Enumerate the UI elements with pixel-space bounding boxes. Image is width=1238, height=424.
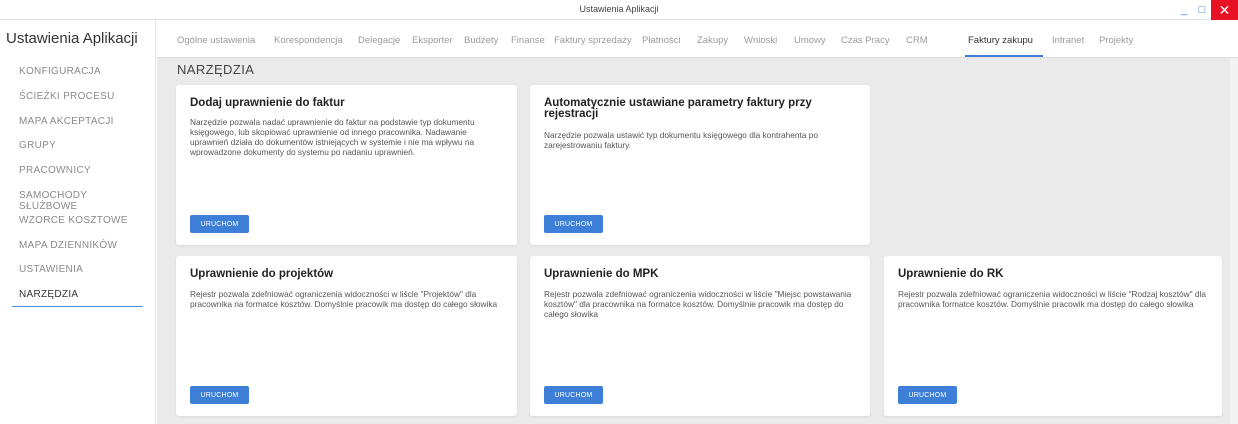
card-description: Rejestr pozwala zdefniować ograniczenia … bbox=[898, 289, 1206, 309]
tab-finanse[interactable]: Finanse bbox=[511, 35, 545, 46]
card-title: Uprawnienie do projektów bbox=[190, 268, 334, 280]
tab-czas-pracy[interactable]: Czas Pracy bbox=[841, 35, 890, 46]
active-tab-indicator bbox=[965, 55, 1043, 57]
sidebar-item-pracownicy[interactable]: PRACOWNICY bbox=[19, 165, 143, 190]
tool-card-uprawnienie-projektow: Uprawnienie do projektów Rejestr pozwala… bbox=[176, 256, 517, 416]
card-description: Narzędzie pozwala nadać uprawnienie do f… bbox=[190, 117, 475, 157]
tab-faktury-zakupu[interactable]: Faktury zakupu bbox=[968, 35, 1033, 46]
close-button[interactable]: ✕ bbox=[1211, 0, 1238, 20]
tab-intranet[interactable]: Intranet bbox=[1052, 35, 1084, 46]
sidebar-item-narzedzia[interactable]: NARZĘDZIA bbox=[19, 289, 143, 314]
run-button[interactable]: URUCHOM bbox=[190, 386, 249, 404]
sidebar-item-mapa-dziennikow[interactable]: MAPA DZIENNIKÓW bbox=[19, 240, 143, 265]
tool-card-uprawnienie-mpk: Uprawnienie do MPK Rejestr pozwala zdefn… bbox=[530, 256, 870, 416]
maximize-button[interactable]: □ bbox=[1193, 0, 1211, 20]
sidebar-item-ustawienia[interactable]: USTAWIENIA bbox=[19, 264, 143, 289]
tab-delegacje[interactable]: Delegacje bbox=[358, 35, 400, 46]
section-title: NARZĘDZIA bbox=[177, 62, 255, 77]
card-title: Uprawnienie do MPK bbox=[544, 268, 659, 280]
vertical-scrollbar[interactable] bbox=[1230, 58, 1238, 424]
tab-bar: Ogólne ustawienia Korespondencja Delegac… bbox=[157, 20, 1238, 58]
run-button[interactable]: URUCHOM bbox=[898, 386, 957, 404]
run-button[interactable]: URUCHOM bbox=[544, 386, 603, 404]
tab-wnioski[interactable]: Wnioski bbox=[744, 35, 777, 46]
main-content: Ogólne ustawienia Korespondencja Delegac… bbox=[157, 20, 1238, 424]
card-title: Dodaj uprawnienie do faktur bbox=[190, 97, 345, 109]
tab-eksporter[interactable]: Eksporter bbox=[412, 35, 453, 46]
tab-projekty[interactable]: Projekty bbox=[1099, 35, 1133, 46]
run-button[interactable]: URUCHOM bbox=[544, 215, 603, 233]
card-description: Rejestr pozwala zdefniować ograniczenia … bbox=[544, 289, 852, 319]
window-title: Ustawienia Aplikacji bbox=[579, 4, 659, 14]
card-title: Uprawnienie do RK bbox=[898, 268, 1004, 280]
window-controls: _ □ ✕ bbox=[1175, 0, 1238, 20]
tab-faktury-sprzedazy[interactable]: Faktury sprzedaży bbox=[554, 35, 632, 46]
app-title: Ustawienia Aplikacji bbox=[6, 30, 138, 47]
tab-zakupy[interactable]: Zakupy bbox=[697, 35, 728, 46]
sidebar: Ustawienia Aplikacji KONFIGURACJA ŚCIEŻK… bbox=[0, 20, 156, 424]
card-description: Narzędzie pozwala ustawić typ dokumentu … bbox=[544, 130, 818, 150]
run-button[interactable]: URUCHOM bbox=[190, 215, 249, 233]
tool-card-parametry-faktury: Automatycznie ustawiane parametry faktur… bbox=[530, 85, 870, 245]
tool-card-uprawnienie-faktur: Dodaj uprawnienie do faktur Narzędzie po… bbox=[176, 85, 517, 245]
tab-platnosci[interactable]: Płatności bbox=[642, 35, 681, 46]
sidebar-item-sciezki-procesu[interactable]: ŚCIEŻKI PROCESU bbox=[19, 91, 143, 116]
minimize-button[interactable]: _ bbox=[1175, 0, 1193, 20]
sidebar-item-samochody-sluzbowe[interactable]: SAMOCHODY SŁUŻBOWE bbox=[19, 190, 143, 215]
title-bar: Ustawienia Aplikacji _ □ ✕ bbox=[0, 0, 1238, 20]
tab-umowy[interactable]: Umowy bbox=[794, 35, 826, 46]
sidebar-item-mapa-akceptacji[interactable]: MAPA AKCEPTACJI bbox=[19, 116, 143, 141]
tool-card-uprawnienie-rk: Uprawnienie do RK Rejestr pozwala zdefni… bbox=[884, 256, 1222, 416]
tab-budzety[interactable]: Budżety bbox=[464, 35, 498, 46]
card-title: Automatycznie ustawiane parametry faktur… bbox=[544, 97, 812, 120]
sidebar-item-grupy[interactable]: GRUPY bbox=[19, 140, 143, 165]
sidebar-active-indicator bbox=[12, 306, 143, 307]
tab-ogolne-ustawienia[interactable]: Ogólne ustawienia bbox=[177, 35, 255, 46]
sidebar-item-wzorce-kosztowe[interactable]: WZORCE KOSZTOWE bbox=[19, 215, 143, 240]
tab-crm[interactable]: CRM bbox=[906, 35, 928, 46]
card-description: Rejestr pozwala zdefniować ograniczenia … bbox=[190, 289, 498, 309]
sidebar-nav: KONFIGURACJA ŚCIEŻKI PROCESU MAPA AKCEPT… bbox=[19, 66, 143, 314]
sidebar-item-konfiguracja[interactable]: KONFIGURACJA bbox=[19, 66, 143, 91]
tab-korespondencja[interactable]: Korespondencja bbox=[274, 35, 343, 46]
